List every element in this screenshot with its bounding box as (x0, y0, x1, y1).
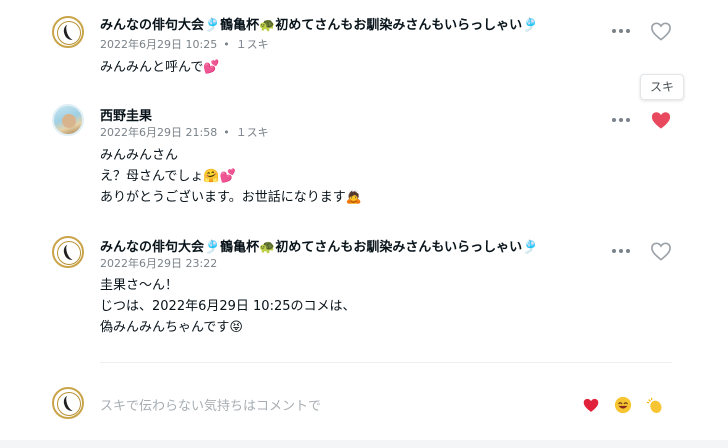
comment-body: みんみんと呼んで💕 (100, 57, 220, 78)
heart-icon[interactable] (650, 110, 672, 130)
avatar[interactable] (52, 236, 84, 268)
avatar (52, 387, 84, 419)
avatar[interactable] (52, 104, 84, 136)
divider (100, 362, 672, 363)
comment-line: じつは、2022年6月29日 10:25のコメは、 (100, 299, 356, 314)
comment-date: 2022年6月29日 10:25 (100, 38, 218, 51)
comment-input[interactable]: スキで伝わらない気持ちはコメントで (100, 395, 321, 414)
comment-line: え？母さんでしょ🤗💕 (100, 169, 236, 184)
bottom-bar (0, 440, 728, 448)
avatar[interactable] (52, 16, 84, 48)
like-count[interactable]: １スキ (236, 126, 269, 139)
comment-meta: 2022年6月29日 10:25 • １スキ (100, 38, 269, 51)
comment-line: ありがとうございます。お世話になります🙇 (100, 190, 362, 205)
comment-body: 圭果さ〜ん！ じつは、2022年6月29日 10:25のコメは、 偽みんみんちゃ… (100, 275, 356, 338)
comment-date: 2022年6月29日 21:58 (100, 126, 218, 139)
comment-body: みんみんさん え？母さんでしょ🤗💕 ありがとうございます。お世話になります🙇 (100, 145, 362, 208)
more-options-button[interactable] (612, 24, 630, 38)
heart-reaction-icon[interactable] (582, 396, 600, 414)
comment-author[interactable]: 西野圭果 (100, 105, 152, 124)
comment-author[interactable]: みんなの俳句大会🎐鶴亀杯🐢初めてさんもお馴染みさんもいらっしゃい🎐 (100, 14, 538, 33)
comment-line: 偽みんみんちゃんです😝 (100, 320, 243, 335)
clap-reaction-icon[interactable] (646, 396, 664, 414)
comment-line: 圭果さ〜ん！ (100, 278, 179, 293)
comment-line: みんみんと呼んで💕 (100, 60, 220, 75)
comment-meta: 2022年6月29日 23:22 (100, 255, 217, 271)
laugh-reaction-icon[interactable] (614, 396, 632, 414)
comment-line: みんみんさん (100, 148, 179, 163)
heart-icon[interactable] (650, 241, 672, 261)
comment-meta: 2022年6月29日 21:58 • １スキ (100, 126, 269, 139)
comment-author[interactable]: みんなの俳句大会🎐鶴亀杯🐢初めてさんもお馴染みさんもいらっしゃい🎐 (100, 236, 538, 255)
comment-date: 2022年6月29日 23:22 (100, 257, 218, 270)
more-options-button[interactable] (612, 113, 630, 127)
like-tooltip: スキ (640, 74, 684, 100)
more-options-button[interactable] (612, 244, 630, 258)
like-count[interactable]: １スキ (236, 38, 269, 51)
heart-icon[interactable] (650, 21, 672, 41)
